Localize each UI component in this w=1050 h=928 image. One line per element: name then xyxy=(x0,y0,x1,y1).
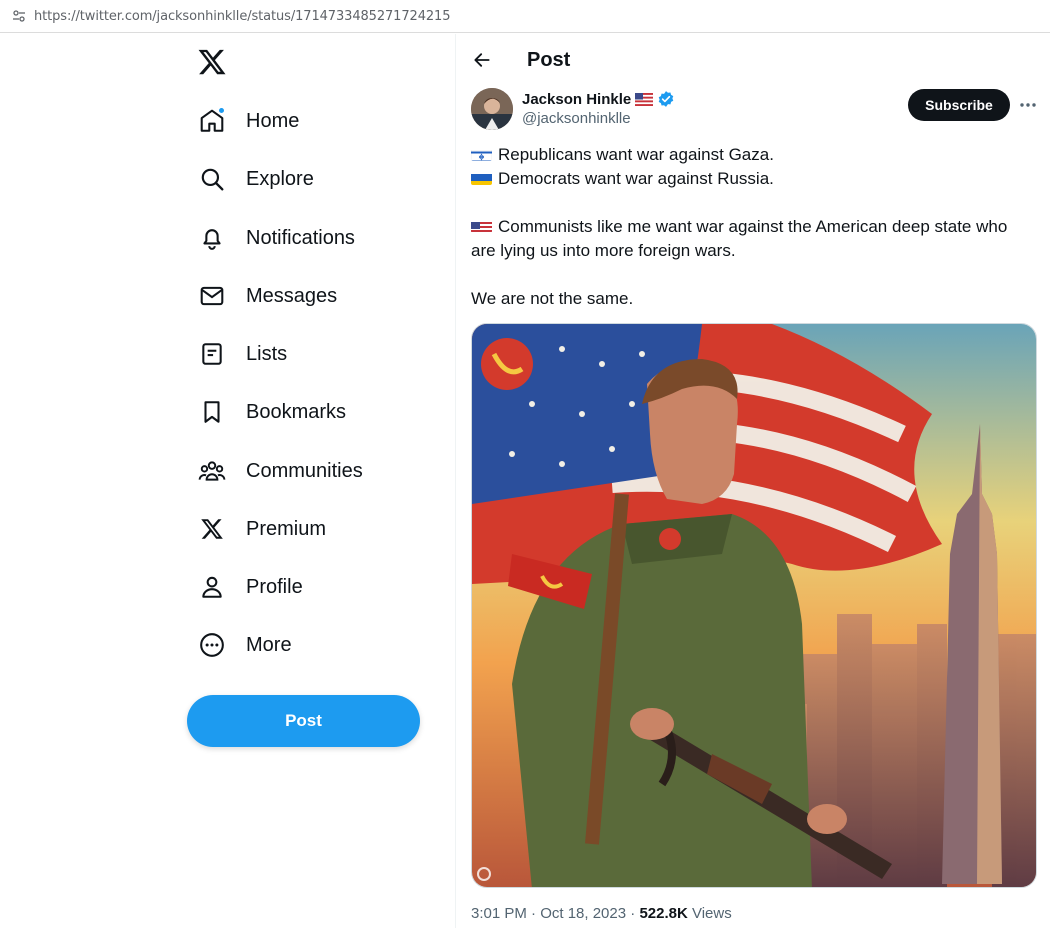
envelope-icon xyxy=(198,282,226,310)
site-settings-icon[interactable] xyxy=(12,9,26,23)
tweet-line: Communists like me want war against the … xyxy=(471,215,1036,263)
sidebar-item-communities[interactable]: Communities xyxy=(186,446,375,496)
sidebar-item-lists[interactable]: Lists xyxy=(186,329,299,379)
sidebar-item-label: Home xyxy=(246,109,300,132)
sidebar-item-notifications[interactable]: Notifications xyxy=(186,213,367,263)
israel-flag-icon xyxy=(471,147,492,161)
sidebar-item-label: Explore xyxy=(246,167,314,190)
tweet-line-text: Democrats want war against Russia. xyxy=(498,169,774,188)
views-count: 522.8K xyxy=(639,905,688,922)
author-handle[interactable]: @jacksonhinklle xyxy=(522,110,631,127)
sidebar-item-messages[interactable]: Messages xyxy=(186,271,349,321)
list-icon xyxy=(198,340,226,368)
author-name[interactable]: Jackson Hinkle xyxy=(522,90,675,108)
tweet-text: Republicans want war against Gaza. Democ… xyxy=(471,143,1036,311)
sidebar-item-profile[interactable]: Profile xyxy=(186,562,315,612)
notification-dot xyxy=(218,107,225,114)
more-options-icon[interactable] xyxy=(1019,96,1037,114)
tweet-line-text: Communists like me want war against the … xyxy=(471,217,1008,260)
bell-icon xyxy=(198,224,226,252)
us-flag-icon xyxy=(635,92,654,106)
sidebar: Home Explore Notifications Messages List… xyxy=(0,34,455,928)
sidebar-item-home[interactable]: Home xyxy=(186,96,311,146)
sidebar-item-label: Notifications xyxy=(246,226,355,249)
sidebar-item-label: Profile xyxy=(246,575,303,598)
verified-badge-icon xyxy=(657,90,675,108)
views-label: Views xyxy=(691,905,732,922)
sidebar-item-label: More xyxy=(246,633,292,656)
search-icon xyxy=(198,165,226,193)
sidebar-item-label: Communities xyxy=(246,459,363,482)
tweet-image[interactable] xyxy=(471,323,1037,888)
address-bar[interactable]: https://twitter.com/jacksonhinklle/statu… xyxy=(0,0,1050,33)
sidebar-item-more[interactable]: More xyxy=(186,620,304,670)
us-flag-icon xyxy=(471,219,492,233)
avatar[interactable] xyxy=(471,88,513,130)
author-name-text[interactable]: Jackson Hinkle xyxy=(522,91,631,108)
sidebar-item-premium[interactable]: Premium xyxy=(186,504,338,554)
sidebar-item-bookmarks[interactable]: Bookmarks xyxy=(186,387,358,437)
post-button[interactable]: Post xyxy=(187,695,420,747)
x-logo[interactable] xyxy=(197,47,227,77)
home-icon xyxy=(198,107,226,135)
back-arrow-icon[interactable] xyxy=(470,48,494,72)
tweet-line: Democrats want war against Russia. xyxy=(471,167,1036,191)
subscribe-button[interactable]: Subscribe xyxy=(908,89,1010,121)
tweet-line-text: Republicans want war against Gaza. xyxy=(498,145,774,164)
ukraine-flag-icon xyxy=(471,171,492,185)
tweet-line: We are not the same. xyxy=(471,289,634,308)
url-text[interactable]: https://twitter.com/jacksonhinklle/statu… xyxy=(34,9,450,24)
bookmark-icon xyxy=(198,398,226,426)
page-title: Post xyxy=(527,49,571,71)
people-icon xyxy=(198,457,226,485)
sidebar-item-label: Premium xyxy=(246,517,327,540)
tweet-line: Republicans want war against Gaza. xyxy=(471,143,1036,167)
person-icon xyxy=(198,573,226,601)
x-logo-icon xyxy=(198,515,226,543)
sidebar-item-label: Messages xyxy=(246,284,338,307)
sidebar-item-label: Bookmarks xyxy=(246,400,347,423)
more-circle-icon xyxy=(198,631,226,659)
tweet-time[interactable]: 3:01 PM · Oct 18, 2023 xyxy=(471,905,626,922)
tweet-meta: 3:01 PM · Oct 18, 2023 · 522.8K Views xyxy=(471,905,732,922)
sidebar-item-explore[interactable]: Explore xyxy=(186,154,326,204)
sidebar-item-label: Lists xyxy=(246,342,288,365)
main-column: Post Jackson Hinkle @jacksonhinklle Subs… xyxy=(456,34,1050,928)
